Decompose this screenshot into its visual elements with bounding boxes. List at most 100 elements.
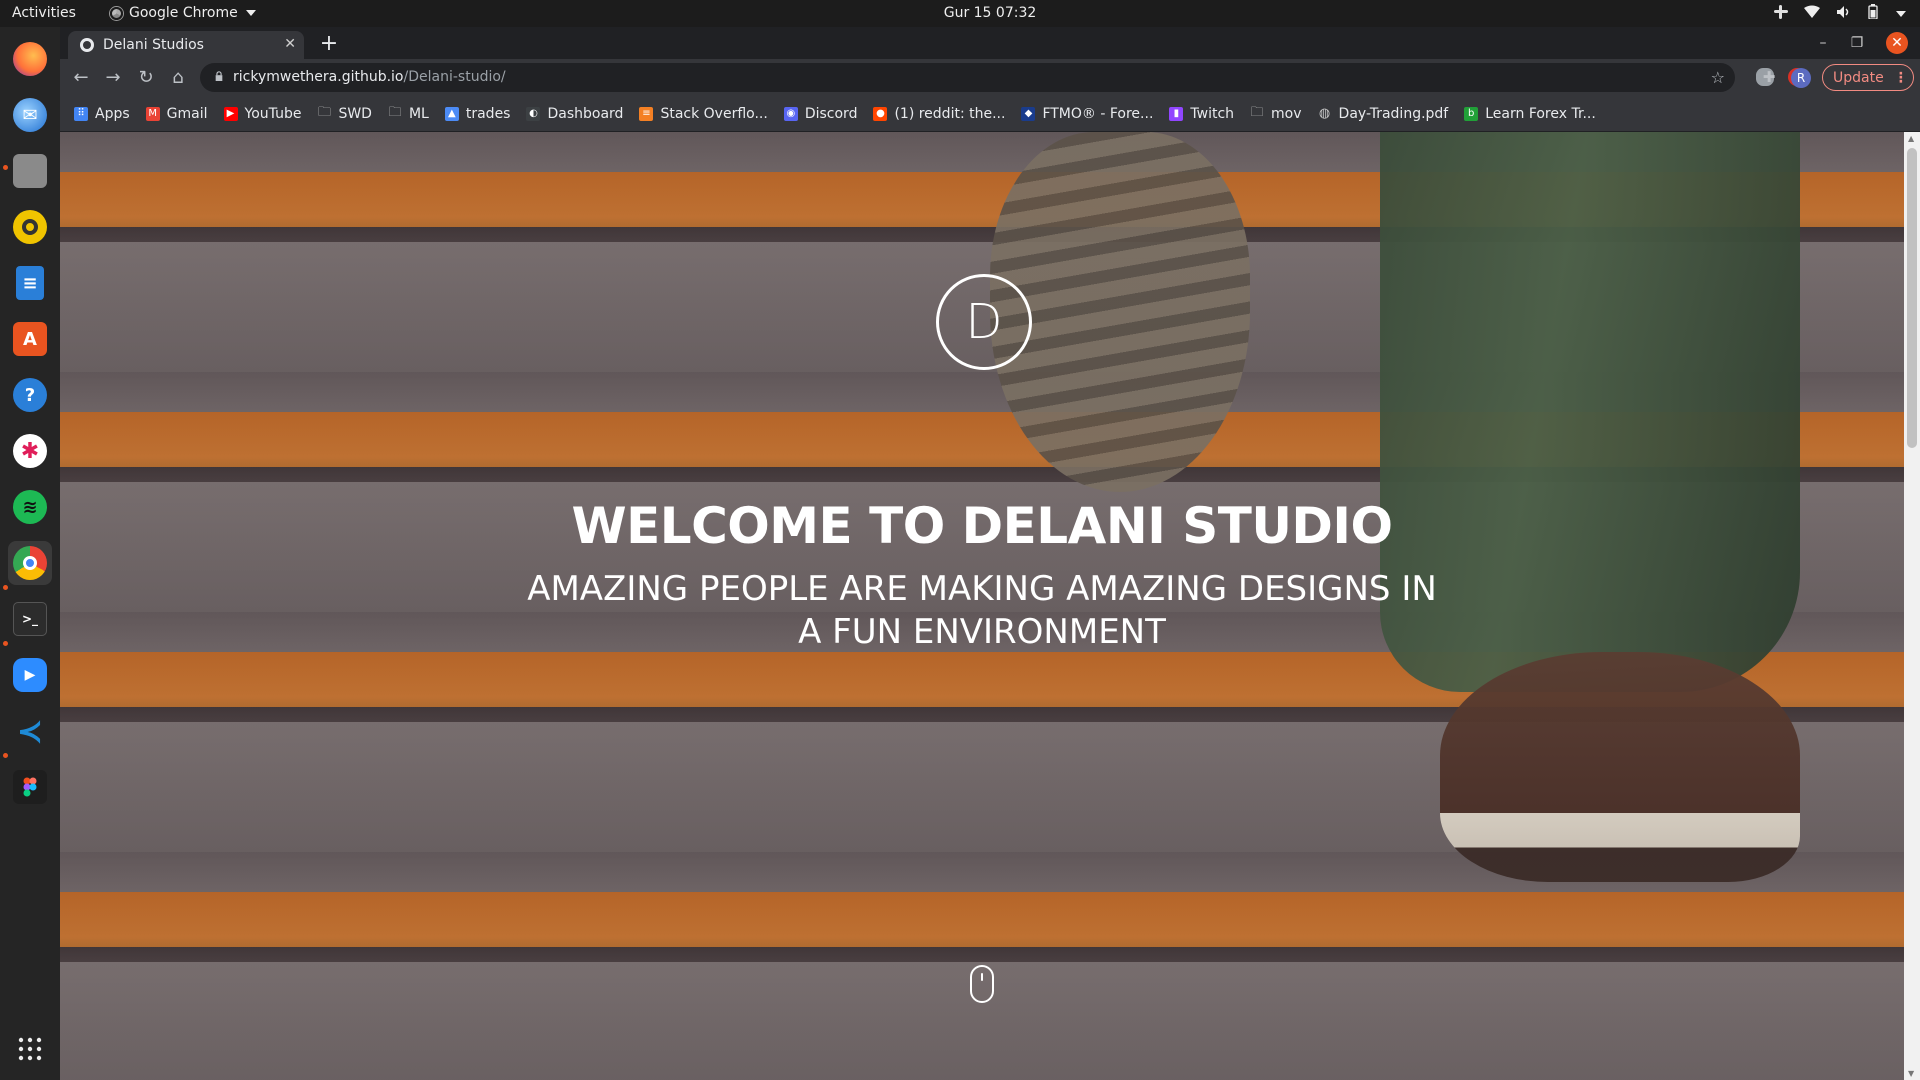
hero-photo-shoe [1440, 652, 1800, 882]
forward-button[interactable]: → [102, 67, 124, 89]
reddit-icon: ● [873, 106, 888, 121]
dock-files[interactable] [8, 149, 52, 193]
new-tab-button[interactable]: + [315, 31, 343, 57]
battery-icon[interactable] [1868, 4, 1878, 23]
bookmark-10[interactable]: ◆ FTMO® - Fore... [1021, 106, 1153, 122]
site-logo[interactable]: D [936, 274, 1032, 370]
puzzle-icon[interactable]: ✚ [1760, 68, 1778, 86]
babypips-icon: b [1464, 106, 1479, 121]
dock-figma[interactable] [8, 765, 52, 809]
bookmark-label: trades [465, 105, 511, 122]
system-tray[interactable] [1774, 4, 1906, 23]
bookmark-star-icon[interactable]: ☆ [1711, 68, 1725, 87]
dock-software[interactable]: A [8, 317, 52, 361]
scroll-down-arrow-icon[interactable]: ▼ [1908, 1069, 1914, 1078]
terminal-icon: >_ [13, 602, 47, 636]
trades-icon: ▲ [444, 106, 459, 121]
ftmo-icon: ◆ [1021, 106, 1036, 121]
bookmark-label: mov [1271, 105, 1302, 122]
browser-window: Delani Studios ✕ + – ❐ ✕ ← → ↻ ⌂ rickymw… [60, 27, 1920, 132]
bookmark-7[interactable]: ≡ Stack Overflo... [639, 106, 768, 122]
tab-title: Delani Studios [103, 37, 204, 53]
hero-section: D WELCOME TO DELANI STUDIO AMAZING PEOPL… [60, 132, 1904, 1080]
url-text[interactable]: rickymwethera.github.io/Delani-studio/ [233, 69, 506, 85]
folder-icon: 🗀 [388, 104, 402, 120]
hero-title: WELCOME TO DELANI STUDIO [571, 497, 1393, 555]
bookmark-2[interactable]: ▶ YouTube [223, 106, 301, 122]
bookmark-9[interactable]: ● (1) reddit: the... [873, 106, 1005, 122]
apps-grid-icon: ⠿ [74, 106, 88, 121]
page-viewport: D WELCOME TO DELANI STUDIO AMAZING PEOPL… [60, 132, 1904, 1080]
bookmark-0[interactable]: ⠿ Apps [74, 106, 130, 122]
reload-button[interactable]: ↻ [135, 67, 157, 89]
zoom-icon: ▶ [13, 658, 47, 692]
restore-button[interactable]: ❐ [1846, 32, 1868, 54]
update-button[interactable]: Update ⋮ [1822, 64, 1914, 91]
dock-thunderbird[interactable]: ✉ [8, 93, 52, 137]
dock-terminal[interactable]: >_ [8, 597, 52, 641]
dock-chrome[interactable] [8, 541, 52, 585]
dock-rhythmbox[interactable] [8, 205, 52, 249]
bookmark-label: Gmail [166, 105, 208, 122]
minimize-button[interactable]: – [1812, 32, 1834, 54]
slack-tray-icon[interactable] [1774, 4, 1788, 23]
tab-strip: Delani Studios ✕ + – ❐ ✕ [60, 27, 1920, 59]
system-menu-chevron-icon[interactable] [1896, 10, 1906, 17]
bookmark-3[interactable]: 🗀 SWD [317, 105, 372, 122]
bookmark-label: ML [408, 105, 429, 122]
globe-favicon-icon [80, 38, 94, 52]
more-menu-icon[interactable]: ⋮ [1894, 70, 1908, 86]
scroll-up-arrow-icon[interactable]: ▲ [1908, 134, 1914, 143]
slack-icon: ✱ [13, 434, 47, 468]
hero-subtitle: AMAZING PEOPLE ARE MAKING AMAZING DESIGN… [527, 569, 1437, 652]
clock[interactable]: Gur 15 07:32 [0, 5, 1920, 21]
dock-help[interactable]: ? [8, 373, 52, 417]
system-top-bar: Activities Google Chrome Gur 15 07:32 [0, 0, 1920, 27]
bookmark-8[interactable]: ◉ Discord [783, 106, 857, 122]
back-button[interactable]: ← [70, 67, 92, 89]
twitch-icon: ▮ [1169, 106, 1184, 121]
stackoverflow-icon: ≡ [639, 106, 654, 121]
bookmark-12[interactable]: 🗀 mov [1250, 105, 1302, 122]
discord-icon: ◉ [783, 106, 798, 121]
page-scrollbar[interactable]: ▲ ▼ [1904, 132, 1920, 1080]
bookmark-14[interactable]: b Learn Forex Tr... [1464, 106, 1596, 122]
gmail-icon: M [145, 106, 160, 121]
dock-firefox[interactable] [8, 37, 52, 81]
bookmark-label: Apps [95, 105, 130, 122]
bookmark-4[interactable]: 🗀 ML [388, 104, 429, 122]
bookmark-5[interactable]: ▲ trades [444, 105, 511, 122]
url-host: rickymwethera.github.io [233, 69, 404, 85]
dock-slack[interactable]: ✱ [8, 429, 52, 473]
home-button[interactable]: ⌂ [167, 67, 189, 89]
rhythmbox-icon [13, 210, 47, 244]
dock-spotify[interactable]: ≋ [8, 485, 52, 529]
dashboard-icon: ◐ [526, 106, 541, 121]
volume-icon[interactable] [1836, 5, 1852, 23]
dock-vscode[interactable]: ≺ [8, 709, 52, 753]
scrollbar-thumb[interactable] [1907, 148, 1917, 448]
figma-icon [13, 770, 47, 804]
wifi-icon[interactable] [1804, 5, 1820, 23]
close-tab-icon[interactable]: ✕ [284, 36, 296, 52]
scroll-down-mouse-icon[interactable] [970, 965, 994, 1003]
dock-zoom[interactable]: ▶ [8, 653, 52, 697]
youtube-icon: ▶ [223, 106, 238, 121]
bookmark-label: (1) reddit: the... [894, 105, 1006, 122]
tab-delani-studios[interactable]: Delani Studios ✕ [68, 31, 304, 59]
browser-toolbar: ← → ↻ ⌂ rickymwethera.github.io/Delani-s… [60, 59, 1920, 96]
bookmark-13[interactable]: ◍ Day-Trading.pdf [1318, 106, 1448, 122]
profile-avatar[interactable]: R [1791, 68, 1811, 88]
dock: ✉ ≡ A ? ✱ ≋ >_ ▶ ≺ [0, 27, 60, 1080]
vscode-icon: ≺ [16, 712, 44, 750]
dock-writer[interactable]: ≡ [8, 261, 52, 305]
address-bar[interactable]: rickymwethera.github.io/Delani-studio/ ☆ [200, 63, 1735, 92]
show-applications-button[interactable] [8, 1027, 52, 1071]
bookmark-11[interactable]: ▮ Twitch [1169, 106, 1234, 122]
bookmark-1[interactable]: M Gmail [145, 105, 208, 122]
bookmark-6[interactable]: ◐ Dashboard [526, 106, 623, 122]
lock-icon[interactable] [214, 71, 224, 81]
close-window-button[interactable]: ✕ [1886, 32, 1908, 54]
writer-icon: ≡ [16, 266, 44, 300]
bookmark-label: FTMO® - Fore... [1042, 105, 1154, 122]
